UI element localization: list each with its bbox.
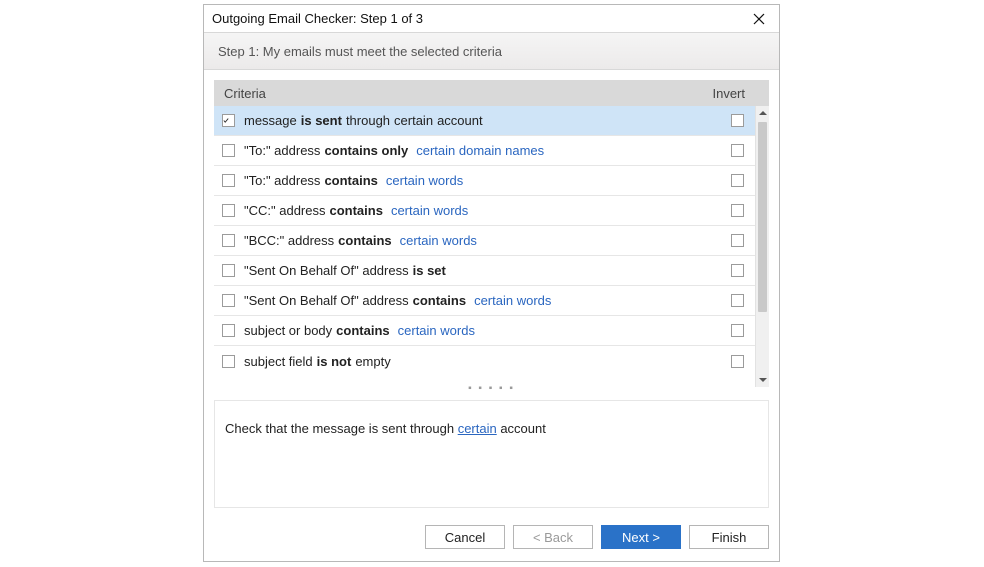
chevron-up-icon bbox=[759, 111, 767, 115]
window-title: Outgoing Email Checker: Step 1 of 3 bbox=[212, 11, 745, 26]
criteria-grid: Criteria Invert message is sent through … bbox=[214, 80, 769, 387]
criteria-text-segment: message bbox=[244, 113, 297, 128]
criteria-param-link[interactable]: certain words bbox=[391, 203, 468, 218]
criteria-invert-checkbox[interactable] bbox=[731, 144, 744, 157]
criteria-text-segment: "To:" address bbox=[244, 143, 320, 158]
criteria-text-segment: is sent bbox=[301, 113, 342, 128]
criteria-enable-checkbox[interactable] bbox=[222, 144, 235, 157]
criteria-text-segment: contains only bbox=[324, 143, 408, 158]
wizard-buttons: Cancel < Back Next > Finish bbox=[204, 513, 779, 561]
cancel-button[interactable]: Cancel bbox=[425, 525, 505, 549]
close-icon bbox=[753, 13, 765, 25]
criteria-text-segment: "CC:" address bbox=[244, 203, 325, 218]
criteria-row[interactable]: "To:" address contains certain words bbox=[214, 166, 755, 196]
preview-account-link[interactable]: certain bbox=[458, 421, 497, 436]
criteria-invert-checkbox[interactable] bbox=[731, 294, 744, 307]
criteria-row[interactable]: subject or body contains certain words bbox=[214, 316, 755, 346]
finish-button[interactable]: Finish bbox=[689, 525, 769, 549]
criteria-text-segment: certain bbox=[394, 113, 433, 128]
criteria-enable-checkbox[interactable] bbox=[222, 294, 235, 307]
criteria-text-segment: contains bbox=[338, 233, 391, 248]
back-button[interactable]: < Back bbox=[513, 525, 593, 549]
rule-preview-panel: Check that the message is sent through c… bbox=[214, 400, 769, 508]
criteria-row[interactable]: message is sent through certain account bbox=[214, 106, 755, 136]
criteria-row[interactable]: "Sent On Behalf Of" address contains cer… bbox=[214, 286, 755, 316]
criteria-param-link[interactable]: certain words bbox=[386, 173, 463, 188]
criteria-row[interactable]: "CC:" address contains certain words bbox=[214, 196, 755, 226]
close-button[interactable] bbox=[745, 8, 773, 30]
grid-header: Criteria Invert bbox=[214, 80, 769, 106]
criteria-row[interactable]: "To:" address contains only certain doma… bbox=[214, 136, 755, 166]
column-header-invert: Invert bbox=[712, 86, 745, 101]
step-description: Step 1: My emails must meet the selected… bbox=[204, 33, 779, 70]
criteria-row[interactable]: "BCC:" address contains certain words bbox=[214, 226, 755, 256]
preview-text-before: Check that the message is sent through bbox=[225, 421, 458, 436]
criteria-row[interactable]: subject field is not empty bbox=[214, 346, 755, 376]
criteria-text-segment: subject or body bbox=[244, 323, 332, 338]
criteria-text-segment: through bbox=[346, 113, 390, 128]
preview-text-after: account bbox=[497, 421, 546, 436]
criteria-text-segment: contains bbox=[336, 323, 389, 338]
criteria-label: subject or body contains certain words bbox=[244, 323, 718, 338]
criteria-enable-checkbox[interactable] bbox=[222, 234, 235, 247]
criteria-invert-checkbox[interactable] bbox=[731, 234, 744, 247]
vertical-scrollbar[interactable] bbox=[755, 106, 769, 387]
criteria-label: "CC:" address contains certain words bbox=[244, 203, 718, 218]
criteria-label: subject field is not empty bbox=[244, 354, 718, 369]
criteria-enable-checkbox[interactable] bbox=[222, 174, 235, 187]
criteria-text-segment: contains bbox=[329, 203, 382, 218]
criteria-text-segment: "Sent On Behalf Of" address bbox=[244, 263, 409, 278]
criteria-param-link[interactable]: certain words bbox=[400, 233, 477, 248]
chevron-down-icon bbox=[759, 378, 767, 382]
next-button[interactable]: Next > bbox=[601, 525, 681, 549]
titlebar: Outgoing Email Checker: Step 1 of 3 bbox=[204, 5, 779, 33]
criteria-enable-checkbox[interactable] bbox=[222, 355, 235, 368]
criteria-label: "BCC:" address contains certain words bbox=[244, 233, 718, 248]
criteria-text-segment: contains bbox=[324, 173, 377, 188]
criteria-text-segment: empty bbox=[355, 354, 390, 369]
resize-gripper[interactable]: ▪ ▪ ▪ ▪ ▪ bbox=[214, 387, 769, 395]
wizard-dialog: Outgoing Email Checker: Step 1 of 3 Step… bbox=[203, 4, 780, 562]
criteria-param-link[interactable]: certain words bbox=[398, 323, 475, 338]
criteria-enable-checkbox[interactable] bbox=[222, 324, 235, 337]
criteria-label: "To:" address contains certain words bbox=[244, 173, 718, 188]
criteria-text-segment: subject field bbox=[244, 354, 313, 369]
criteria-param-link[interactable]: certain domain names bbox=[416, 143, 544, 158]
criteria-enable-checkbox[interactable] bbox=[222, 204, 235, 217]
criteria-invert-checkbox[interactable] bbox=[731, 204, 744, 217]
grid-body: message is sent through certain account "… bbox=[214, 106, 755, 387]
criteria-text-segment: "To:" address bbox=[244, 173, 320, 188]
criteria-text-segment: is not bbox=[317, 354, 352, 369]
criteria-enable-checkbox[interactable] bbox=[222, 114, 235, 127]
criteria-invert-checkbox[interactable] bbox=[731, 264, 744, 277]
criteria-label: "Sent On Behalf Of" address is set bbox=[244, 263, 718, 278]
column-header-criteria: Criteria bbox=[224, 86, 712, 101]
criteria-label: "To:" address contains only certain doma… bbox=[244, 143, 718, 158]
criteria-text-segment: contains bbox=[413, 293, 466, 308]
criteria-invert-checkbox[interactable] bbox=[731, 114, 744, 127]
criteria-invert-checkbox[interactable] bbox=[731, 174, 744, 187]
scrollbar-thumb[interactable] bbox=[758, 122, 767, 312]
criteria-param-link[interactable]: certain words bbox=[474, 293, 551, 308]
criteria-text-segment: account bbox=[437, 113, 483, 128]
criteria-enable-checkbox[interactable] bbox=[222, 264, 235, 277]
criteria-label: message is sent through certain account bbox=[244, 113, 718, 128]
scroll-up-button[interactable] bbox=[756, 106, 769, 120]
criteria-text-segment: is set bbox=[413, 263, 446, 278]
criteria-row[interactable]: "Sent On Behalf Of" address is set bbox=[214, 256, 755, 286]
criteria-label: "Sent On Behalf Of" address contains cer… bbox=[244, 293, 718, 308]
criteria-invert-checkbox[interactable] bbox=[731, 355, 744, 368]
scroll-down-button[interactable] bbox=[756, 373, 769, 387]
criteria-text-segment: "BCC:" address bbox=[244, 233, 334, 248]
criteria-text-segment: "Sent On Behalf Of" address bbox=[244, 293, 409, 308]
criteria-invert-checkbox[interactable] bbox=[731, 324, 744, 337]
